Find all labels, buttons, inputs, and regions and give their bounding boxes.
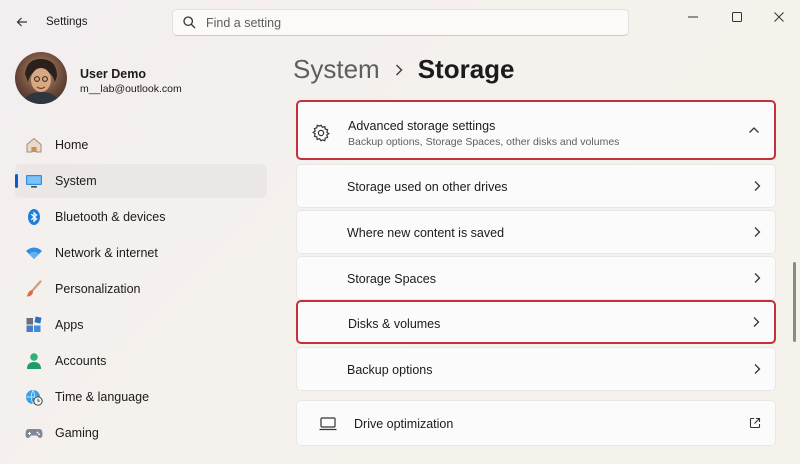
search-input[interactable] bbox=[206, 15, 606, 30]
chevron-right-icon bbox=[753, 363, 761, 375]
row-label: Where new content is saved bbox=[347, 226, 505, 240]
sidebar-nav: Home System Bluetooth & devices Network … bbox=[15, 128, 267, 452]
sidebar-item-label: Personalization bbox=[55, 282, 141, 296]
sidebar-item-apps[interactable]: Apps bbox=[15, 308, 267, 342]
scrollbar[interactable] bbox=[793, 262, 796, 342]
user-name: User Demo bbox=[80, 67, 146, 81]
breadcrumb-chevron-icon bbox=[394, 63, 404, 77]
chevron-up-icon bbox=[748, 126, 760, 134]
advanced-storage-subtitle: Backup options, Storage Spaces, other di… bbox=[348, 136, 620, 148]
apps-icon bbox=[25, 316, 43, 334]
sidebar-item-time-language[interactable]: Time & language bbox=[15, 380, 267, 414]
maximize-button[interactable] bbox=[722, 6, 752, 28]
close-icon bbox=[774, 12, 784, 22]
advanced-storage-title: Advanced storage settings bbox=[348, 119, 496, 133]
breadcrumb-parent[interactable]: System bbox=[293, 54, 380, 85]
avatar bbox=[15, 52, 67, 104]
avatar-illustration bbox=[23, 58, 59, 104]
row-label: Backup options bbox=[347, 363, 433, 377]
sidebar-item-bluetooth[interactable]: Bluetooth & devices bbox=[15, 200, 267, 234]
advanced-storage-settings-header[interactable]: Advanced storage settings Backup options… bbox=[296, 100, 776, 160]
sidebar-item-label: Home bbox=[55, 138, 89, 152]
storage-used-on-other-drives-row[interactable]: Storage used on other drives bbox=[296, 164, 776, 208]
person-icon bbox=[25, 352, 43, 370]
sidebar-item-personalization[interactable]: Personalization bbox=[15, 272, 267, 306]
globe-clock-icon bbox=[25, 388, 43, 406]
chevron-right-icon bbox=[752, 316, 760, 328]
chevron-right-icon bbox=[753, 226, 761, 238]
chevron-right-icon bbox=[753, 272, 761, 284]
laptop-drive-icon bbox=[319, 417, 337, 436]
row-label: Disks & volumes bbox=[348, 317, 441, 331]
title-bar: Settings bbox=[0, 0, 800, 46]
back-button[interactable] bbox=[10, 10, 34, 34]
row-label: Storage used on other drives bbox=[347, 180, 508, 194]
gear-icon bbox=[312, 124, 330, 147]
maximize-icon bbox=[732, 12, 742, 22]
storage-spaces-row[interactable]: Storage Spaces bbox=[296, 256, 776, 300]
sidebar-item-label: Time & language bbox=[55, 390, 150, 404]
row-label: Storage Spaces bbox=[347, 272, 436, 286]
sidebar-item-accounts[interactable]: Accounts bbox=[15, 344, 267, 378]
drive-optimization-label: Drive optimization bbox=[354, 417, 454, 431]
close-button[interactable] bbox=[764, 6, 794, 28]
sidebar-item-gaming[interactable]: Gaming bbox=[15, 416, 267, 450]
minimize-icon bbox=[688, 16, 698, 18]
bluetooth-icon bbox=[25, 208, 43, 226]
brush-icon bbox=[25, 280, 43, 298]
backup-options-row[interactable]: Backup options bbox=[296, 347, 776, 391]
sidebar-item-label: Gaming bbox=[55, 426, 99, 440]
wifi-icon bbox=[25, 244, 43, 262]
disks-and-volumes-row[interactable]: Disks & volumes bbox=[296, 300, 776, 344]
app-title: Settings bbox=[46, 16, 88, 28]
drive-optimization-row[interactable]: Drive optimization bbox=[296, 400, 776, 446]
home-icon bbox=[25, 136, 43, 154]
sidebar-item-home[interactable]: Home bbox=[15, 128, 267, 162]
back-arrow-icon bbox=[16, 17, 27, 27]
sidebar-item-label: Bluetooth & devices bbox=[55, 210, 166, 224]
minimize-button[interactable] bbox=[678, 6, 708, 28]
sidebar-item-label: Network & internet bbox=[55, 246, 158, 260]
search-icon bbox=[183, 16, 196, 29]
sidebar-item-label: Apps bbox=[55, 318, 84, 332]
sidebar-item-label: Accounts bbox=[55, 354, 107, 368]
where-new-content-is-saved-row[interactable]: Where new content is saved bbox=[296, 210, 776, 254]
gamepad-icon bbox=[25, 424, 43, 442]
external-link-icon bbox=[749, 417, 761, 429]
chevron-right-icon bbox=[753, 180, 761, 192]
system-icon bbox=[25, 172, 43, 190]
search-box[interactable] bbox=[172, 9, 629, 36]
page-title: Storage bbox=[417, 54, 515, 84]
sidebar-item-network[interactable]: Network & internet bbox=[15, 236, 267, 270]
sidebar-item-label: System bbox=[55, 174, 97, 188]
breadcrumb: System Storage bbox=[293, 54, 515, 85]
user-email: m__lab@outlook.com bbox=[80, 83, 182, 95]
sidebar-item-system[interactable]: System bbox=[15, 164, 267, 198]
